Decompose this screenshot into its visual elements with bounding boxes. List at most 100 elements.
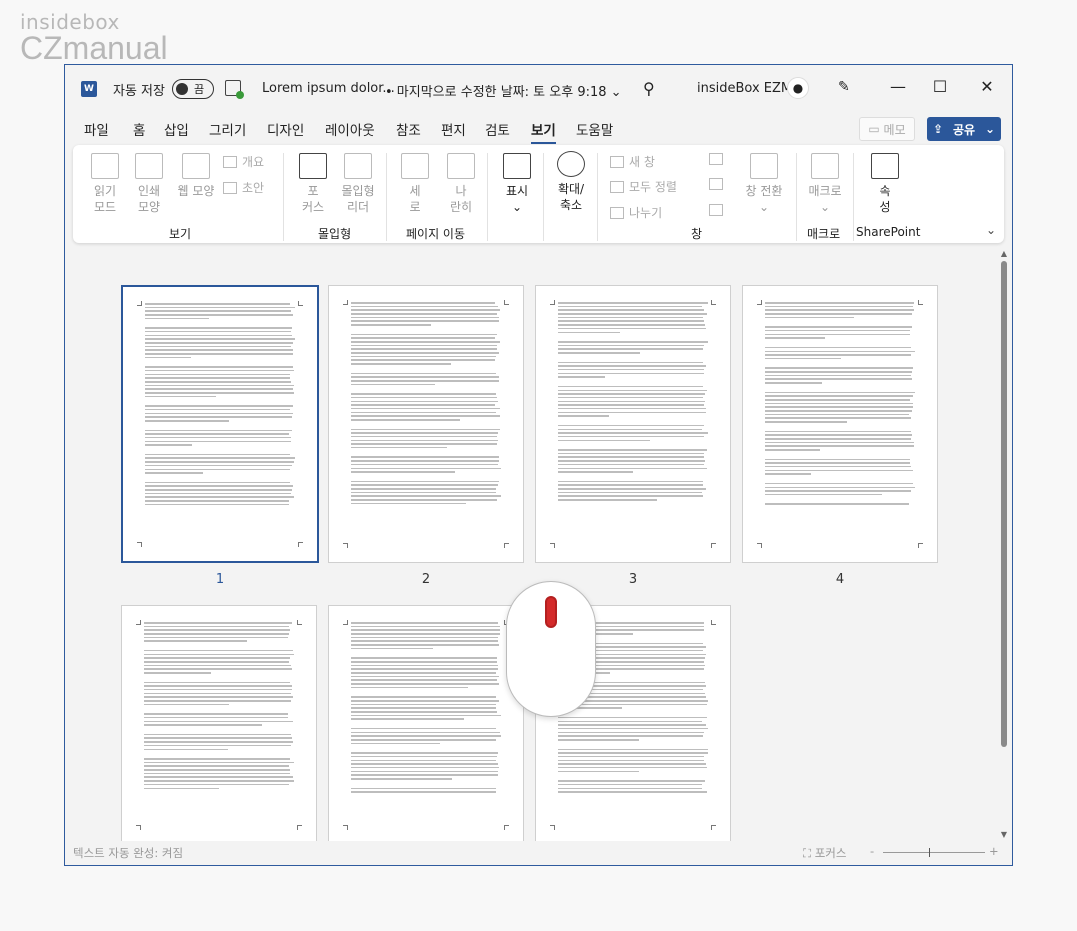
page-thumbnail[interactable] xyxy=(328,605,524,841)
page-thumbnail[interactable] xyxy=(535,285,731,563)
sync-scroll-icon[interactable] xyxy=(709,178,728,190)
group-separator xyxy=(853,153,854,241)
maximize-button[interactable]: ☐ xyxy=(930,77,950,96)
document-title[interactable]: Lorem ipsum dolor... xyxy=(262,81,395,96)
macros-button[interactable]: 매크로 ⌄ xyxy=(803,153,847,215)
arrange-all-button[interactable]: 모두 정렬 xyxy=(610,178,677,195)
zoom-out-button[interactable]: - xyxy=(870,844,874,858)
status-bar: 텍스트 자동 완성: 켜짐 ⛶ 포커스 - + xyxy=(65,841,1012,865)
user-name[interactable]: insideBox EZM xyxy=(697,81,792,96)
tab-help[interactable]: 도움말 xyxy=(576,119,613,139)
tab-layout[interactable]: 레이아웃 xyxy=(325,119,375,139)
scroll-up-icon[interactable]: ▲ xyxy=(998,249,1010,258)
print-layout-button[interactable]: 인쇄 모양 xyxy=(129,153,169,215)
page-corner-mark xyxy=(343,543,348,548)
arrange-all-icon xyxy=(610,180,624,193)
read-mode-button[interactable]: 읽기 모드 xyxy=(85,153,125,215)
chevron-down-icon: ⌄ xyxy=(984,122,995,136)
page-text-preview xyxy=(145,303,295,513)
page-number: 4 xyxy=(835,572,845,587)
avatar[interactable]: ● xyxy=(787,77,809,99)
split-icon xyxy=(610,206,624,219)
comment-icon: ▭ xyxy=(868,122,880,136)
split-label: 나누기 xyxy=(629,206,663,220)
zoom-slider-thumb[interactable] xyxy=(929,848,930,857)
group-separator xyxy=(796,153,797,241)
page-corner-mark xyxy=(504,543,509,548)
outline-button[interactable]: 개요 xyxy=(223,153,264,170)
tab-mailings[interactable]: 편지 xyxy=(441,119,466,139)
macros-icon xyxy=(811,153,839,179)
share-icon: ⇪ xyxy=(933,122,944,136)
zoom-button[interactable]: 확대/ 축소 xyxy=(549,151,593,213)
web-layout-button[interactable]: 웹 모양 xyxy=(173,153,219,199)
show-button[interactable]: 표시 ⌄ xyxy=(497,153,537,215)
reset-window-icon[interactable] xyxy=(709,204,728,216)
web-layout-icon xyxy=(182,153,210,179)
save-icon[interactable] xyxy=(225,80,244,99)
tab-draw[interactable]: 그리기 xyxy=(209,119,246,139)
tab-home[interactable]: 홈 xyxy=(133,119,145,139)
focus-mode-label: 포커스 xyxy=(814,846,847,860)
tab-file[interactable]: 파일 xyxy=(84,119,109,139)
collapse-ribbon-icon[interactable]: ⌄ xyxy=(986,223,996,237)
tab-review[interactable]: 검토 xyxy=(485,119,510,139)
chevron-down-icon: ⌄ xyxy=(610,85,622,100)
scrollbar-thumb[interactable] xyxy=(1001,261,1007,747)
tab-view[interactable]: 보기 xyxy=(531,119,556,144)
properties-button[interactable]: 속 성 xyxy=(865,153,905,215)
zoom-slider[interactable] xyxy=(883,852,985,853)
autocomplete-status[interactable]: 텍스트 자동 완성: 켜짐 xyxy=(73,845,183,861)
focus-button[interactable]: 포 커스 xyxy=(295,153,331,215)
zoom-in-button[interactable]: + xyxy=(989,844,999,858)
last-modified[interactable]: • 마지막으로 수정한 날짜: 토 오후 9:18 ⌄ xyxy=(385,81,622,100)
switch-windows-button[interactable]: 창 전환 ⌄ xyxy=(741,153,787,215)
switch-windows-label: 창 전환 xyxy=(745,184,783,198)
document-canvas[interactable]: 1 2 3 4 xyxy=(73,247,998,841)
group-separator xyxy=(386,153,387,241)
autosave-toggle[interactable]: 끔 xyxy=(172,79,214,99)
read-mode-label: 읽기 모드 xyxy=(93,184,117,214)
tab-insert[interactable]: 삽입 xyxy=(164,119,189,139)
draft-button[interactable]: 초안 xyxy=(223,179,264,196)
new-window-button[interactable]: 새 창 xyxy=(610,153,655,170)
outline-icon xyxy=(223,155,237,168)
search-icon[interactable]: ⚲ xyxy=(643,79,655,98)
scroll-down-icon[interactable]: ▼ xyxy=(998,830,1010,839)
group-separator xyxy=(487,153,488,241)
minimize-button[interactable]: — xyxy=(888,77,908,96)
page-thumbnail[interactable] xyxy=(328,285,524,563)
page-thumbnail[interactable] xyxy=(742,285,938,563)
properties-label: 속 성 xyxy=(879,184,891,214)
page-corner-mark xyxy=(298,542,303,547)
vertical-scrollbar[interactable]: ▲ ▼ xyxy=(998,247,1010,841)
page-number: 3 xyxy=(628,572,638,587)
page-corner-mark xyxy=(757,543,762,548)
vertical-button[interactable]: 세 로 xyxy=(397,153,433,215)
page-thumbnail[interactable] xyxy=(121,605,317,841)
sharepoint-properties-icon xyxy=(871,153,899,179)
share-label: 공유 xyxy=(952,122,976,137)
watermark-line2: CZmanual xyxy=(20,30,168,66)
comments-button[interactable]: ▭ 메모 xyxy=(859,117,915,141)
page-corner-mark xyxy=(137,542,142,547)
page-text-preview xyxy=(144,622,294,797)
close-button[interactable]: ✕ xyxy=(977,77,997,96)
page-corner-mark xyxy=(711,300,716,305)
share-button[interactable]: ⇪ 공유 ⌄ xyxy=(927,117,1001,141)
designer-pen-icon[interactable]: ✎ xyxy=(838,79,850,95)
page-thumbnail[interactable] xyxy=(121,285,319,563)
web-layout-label: 웹 모양 xyxy=(177,184,215,198)
immersive-reader-button[interactable]: 몰입형 리더 xyxy=(337,153,379,215)
toggle-knob xyxy=(176,83,188,95)
tab-design[interactable]: 디자인 xyxy=(267,119,304,139)
group-label-sharepoint: SharePoint xyxy=(856,225,921,239)
split-button[interactable]: 나누기 xyxy=(610,204,662,221)
focus-mode-button[interactable]: ⛶ 포커스 xyxy=(803,845,846,861)
menu-bar: 파일 홈 삽입 그리기 디자인 레이아웃 참조 편지 검토 보기 도움말 ▭ 메… xyxy=(65,115,1012,144)
view-side-by-side-icon[interactable] xyxy=(709,153,728,165)
read-mode-icon xyxy=(91,153,119,179)
show-icon xyxy=(503,153,531,179)
side-by-side-button[interactable]: 나 란히 xyxy=(441,153,481,215)
tab-references[interactable]: 참조 xyxy=(396,119,421,139)
